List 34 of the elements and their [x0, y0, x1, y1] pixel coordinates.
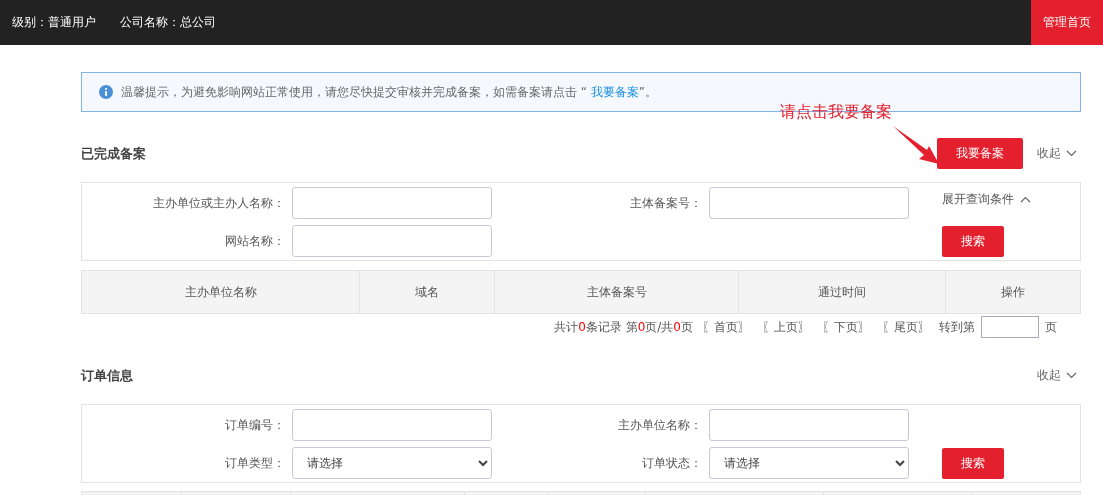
annotation-text: 请点击我要备案	[780, 102, 892, 123]
register-button[interactable]: 我要备案	[937, 138, 1023, 169]
page-unit-label: 页	[1045, 318, 1057, 336]
nav-tab[interactable]: 管理首页	[1031, 0, 1103, 45]
field-label: 订单编号：	[224, 416, 285, 434]
collapse-toggle[interactable]: 收起	[1037, 145, 1081, 162]
column-header: 主体备案号	[494, 270, 739, 314]
section-title: 已完成备案	[81, 144, 147, 163]
expand-query-toggle[interactable]: 展开查询条件	[942, 191, 1031, 208]
collapse-toggle[interactable]: 收起	[1037, 367, 1081, 384]
search-button[interactable]: 搜索	[942, 447, 1004, 479]
page-link[interactable]: 〖下页〗	[819, 318, 873, 336]
field-label: 主体备案号：	[629, 194, 702, 212]
select-dropdown[interactable]: 请选择	[292, 447, 492, 479]
header-info-text: 级别：普通用户	[12, 14, 96, 31]
select-dropdown[interactable]: 请选择	[709, 447, 909, 479]
goto-label: 转到第	[939, 318, 975, 336]
record-summary: 共计0条记录 第0页/共0页	[554, 318, 693, 336]
field-label: 网站名称：	[224, 232, 285, 250]
column-header: 操作	[945, 270, 1081, 314]
column-header: 主办单位名称	[81, 270, 360, 314]
field-label: 订单状态：	[641, 454, 702, 472]
notice-text: 温馨提示，为避免影响网站正常使用，请您尽快提交审核并完成备案，如需备案请点击 “ 我要备案”。	[121, 83, 658, 101]
page-link[interactable]: 〖上页〗	[759, 318, 813, 336]
search-button[interactable]: 搜索	[942, 225, 1004, 257]
page-link[interactable]: 〖尾页〗	[879, 318, 933, 336]
field-label: 订单类型：	[224, 454, 285, 472]
column-header: 通过时间	[738, 270, 946, 314]
column-header: 域名	[359, 270, 495, 314]
field-label: 主办单位或主办人名称：	[152, 194, 285, 212]
section-title: 订单信息	[81, 366, 134, 385]
header-info-text: 公司名称：总公司	[120, 14, 216, 31]
page-link[interactable]: 〖首页〗	[699, 318, 753, 336]
field-label: 主办单位名称：	[617, 416, 702, 434]
